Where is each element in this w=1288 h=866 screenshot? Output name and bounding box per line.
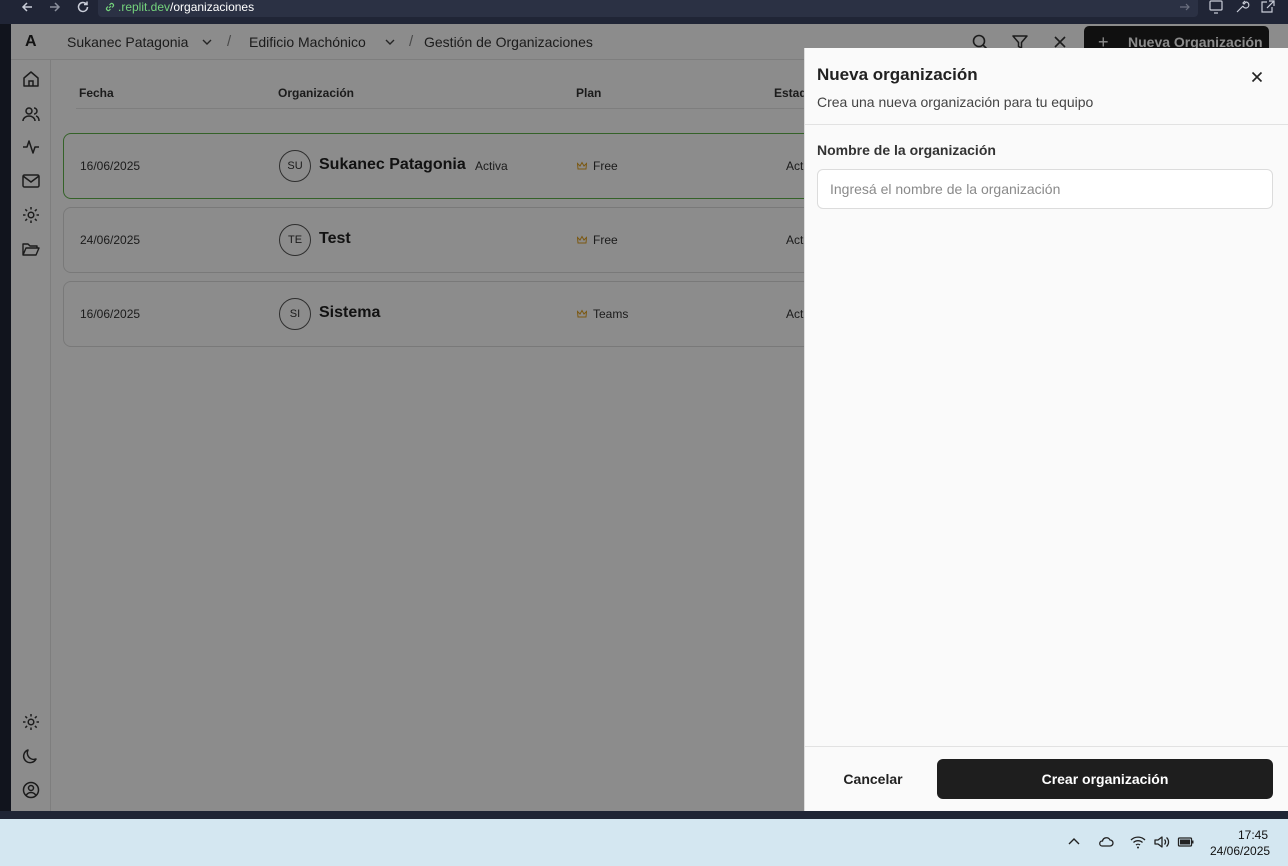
plan-label: Free [593, 233, 618, 247]
gear-icon[interactable] [21, 205, 41, 225]
column-header-status[interactable]: Estad [774, 86, 807, 100]
devices-icon[interactable] [1207, 0, 1225, 14]
reload-icon[interactable] [74, 0, 92, 16]
open-external-icon[interactable] [1259, 0, 1277, 14]
row-status: Act [786, 233, 804, 247]
go-arrow-icon[interactable] [1178, 1, 1192, 13]
drawer-title: Nueva organización [817, 65, 978, 84]
drawer-subtitle: Crea una nueva organización para tu equi… [817, 94, 1094, 110]
browser-toolbar: .replit.dev/organizaciones [0, 0, 1288, 24]
wifi-icon[interactable] [1129, 833, 1147, 851]
drawer-divider [805, 124, 1288, 125]
window-edge [0, 24, 11, 811]
breadcrumb-current-page: Gestión de Organizaciones [424, 34, 593, 50]
column-header-organization[interactable]: Organización [278, 86, 354, 100]
address-bar[interactable]: .replit.dev/organizaciones [98, 0, 1198, 17]
table-row[interactable]: 16/06/2025 SU Sukanec Patagonia Activa F… [63, 133, 863, 199]
avatar: SI [279, 298, 311, 330]
cancel-button[interactable]: Cancelar [817, 759, 929, 799]
column-header-date[interactable]: Fecha [79, 86, 114, 100]
wrench-icon[interactable] [1233, 0, 1251, 14]
avatar: SU [279, 150, 311, 182]
clock-date[interactable]: 24/06/2025 [1210, 844, 1270, 858]
close-icon[interactable] [1247, 67, 1267, 87]
crown-icon [577, 161, 587, 170]
chevron-up-icon[interactable] [1065, 833, 1083, 851]
avatar: TE [279, 224, 311, 256]
breadcrumb-separator: / [227, 33, 232, 50]
cloud-icon[interactable] [1097, 833, 1115, 851]
organization-name: Test [319, 230, 351, 247]
organization-name-input[interactable] [817, 169, 1273, 209]
chevron-down-icon[interactable] [201, 36, 213, 48]
table-row[interactable]: 24/06/2025 TE Test Free Act [63, 207, 863, 273]
organization-name-label: Nombre de la organización [817, 142, 996, 158]
status-badge: Activa [475, 159, 508, 173]
mail-icon[interactable] [21, 171, 41, 191]
row-date: 16/06/2025 [80, 307, 141, 321]
create-organization-button[interactable]: Crear organización [937, 759, 1273, 799]
row-status: Act [786, 307, 804, 321]
new-organization-drawer: Nueva organización Crea una nueva organi… [804, 48, 1288, 811]
forward-arrow-icon[interactable] [46, 0, 64, 16]
column-header-plan[interactable]: Plan [576, 86, 601, 100]
organization-name: Sistema [319, 304, 381, 321]
link-icon [105, 2, 115, 12]
clock-time[interactable]: 17:45 [1238, 828, 1268, 842]
organization-name: Sukanec Patagonia [319, 156, 466, 173]
crown-icon [577, 309, 587, 318]
user-circle-icon[interactable] [21, 780, 41, 800]
os-taskbar: 17:45 24/06/2025 [0, 819, 1288, 866]
url-text: .replit.dev/organizaciones [118, 0, 255, 14]
footer-divider [805, 746, 1288, 747]
settings-icon[interactable] [21, 712, 41, 732]
plan-label: Free [593, 159, 618, 173]
plan-label: Teams [593, 307, 629, 321]
row-status: Act [786, 159, 804, 173]
row-date: 16/06/2025 [80, 159, 141, 173]
users-icon[interactable] [21, 104, 41, 124]
battery-icon[interactable] [1177, 833, 1195, 851]
home-icon[interactable] [21, 69, 41, 89]
folder-open-icon[interactable] [21, 239, 41, 259]
breadcrumb-workspace[interactable]: Sukanec Patagonia [67, 34, 188, 50]
moon-icon[interactable] [21, 746, 41, 766]
breadcrumb-building[interactable]: Edificio Machónico [249, 34, 366, 50]
header-divider [76, 108, 836, 109]
app-logo[interactable]: A [25, 33, 37, 51]
row-date: 24/06/2025 [80, 233, 141, 247]
speaker-icon[interactable] [1152, 833, 1170, 851]
table-row[interactable]: 16/06/2025 SI Sistema Teams Act [63, 281, 863, 347]
back-arrow-icon[interactable] [18, 0, 36, 16]
sidebar [11, 60, 51, 811]
activity-icon[interactable] [21, 137, 41, 157]
chevron-down-icon[interactable] [384, 36, 396, 48]
crown-icon [577, 235, 587, 244]
breadcrumb-separator: / [409, 33, 414, 50]
